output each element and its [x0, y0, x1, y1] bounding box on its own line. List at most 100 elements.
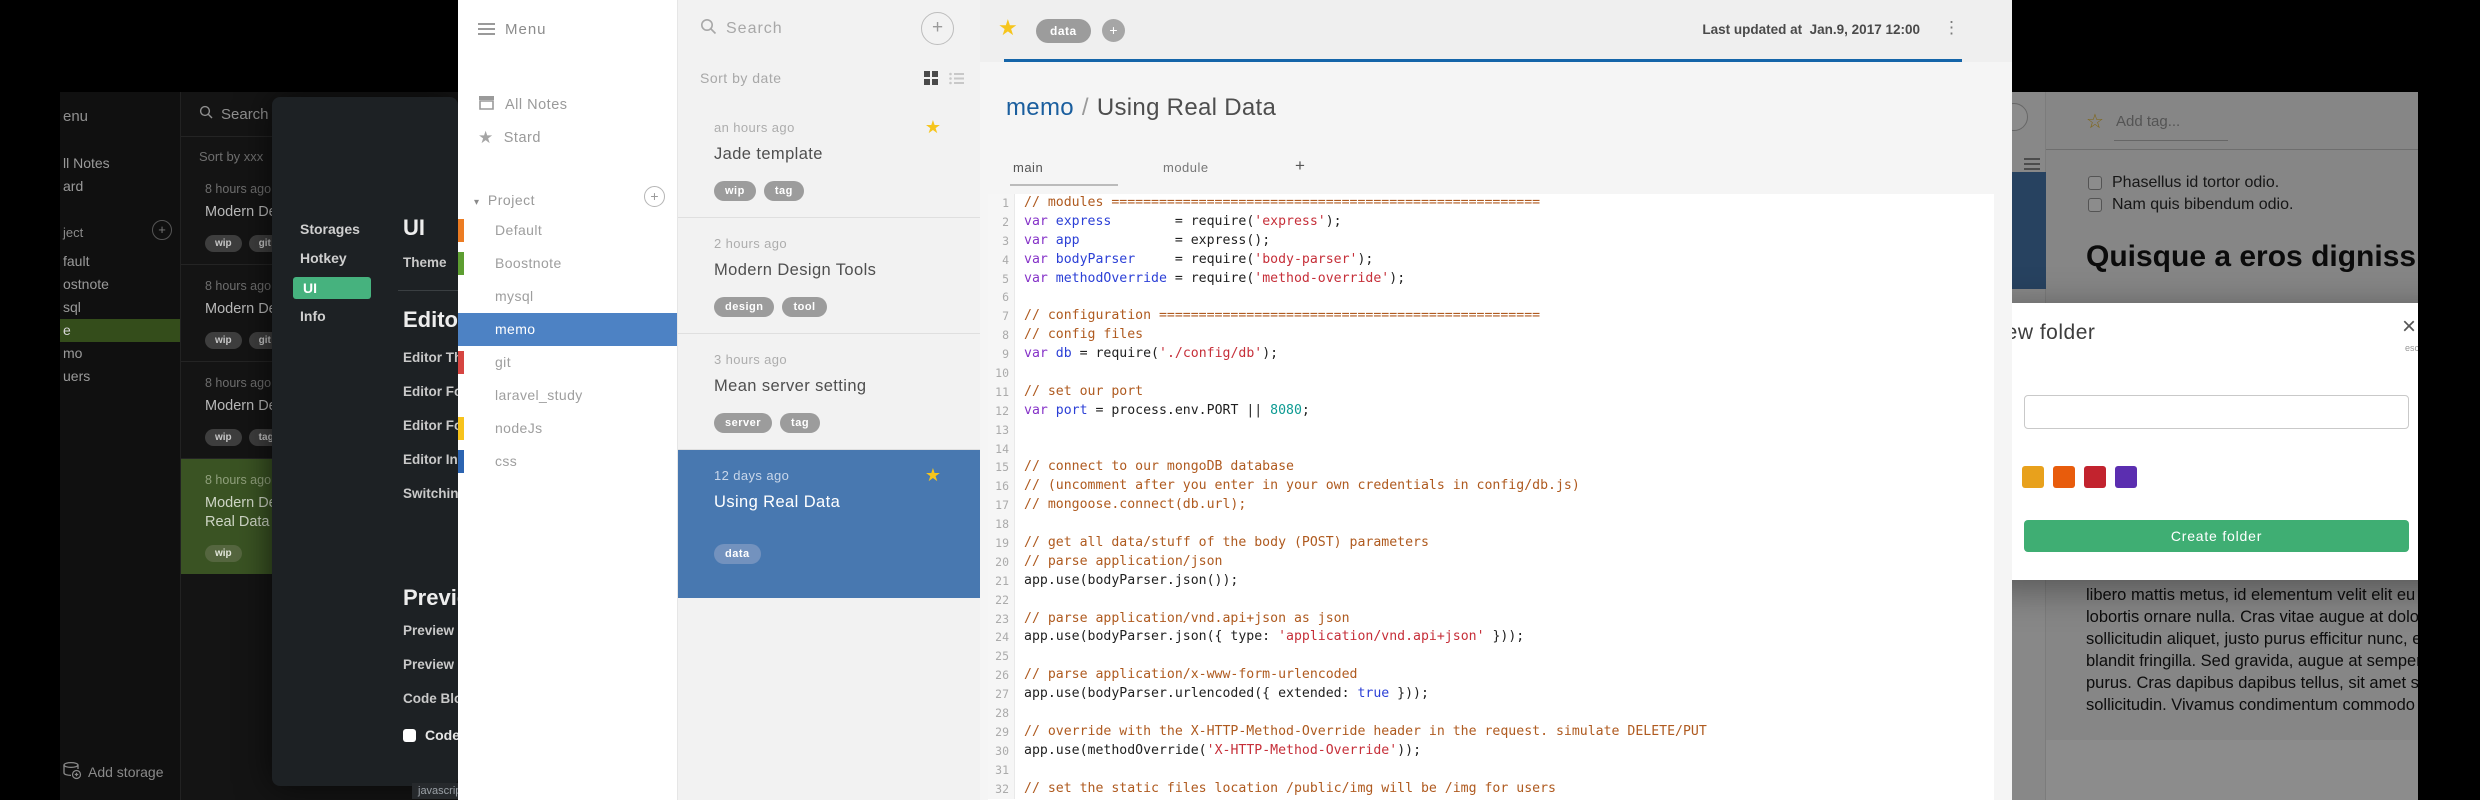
color-swatch[interactable] [2053, 466, 2075, 488]
color-swatch[interactable] [2115, 466, 2137, 488]
tab-main[interactable]: main [1013, 160, 1043, 175]
add-tag-button[interactable]: + [1102, 19, 1125, 42]
line-number: 3 [988, 231, 1015, 251]
settings-section-editor-title: Editor [403, 307, 458, 332]
code-line: 15// connect to our mongoDB database [988, 458, 1994, 478]
code-editor[interactable]: 1// modules ============================… [988, 194, 1994, 800]
star-toggle-icon[interactable]: ★ [998, 15, 1018, 41]
settings-code-block-checkbox[interactable]: Code Block [403, 727, 458, 743]
code-line: 7// configuration ======================… [988, 307, 1994, 327]
note-card[interactable]: 12 days ago ★ Using Real Data data [678, 450, 981, 598]
dark-sidebar-item[interactable]: ll Notes [63, 152, 110, 175]
settings-item[interactable]: Switching Preview [403, 486, 458, 501]
add-folder-button[interactable]: + [644, 186, 665, 207]
dark-folder-item[interactable]: sql [60, 296, 180, 319]
line-number: 21 [988, 571, 1015, 591]
folder-name-input[interactable] [2024, 395, 2409, 429]
sidebar-folder-css[interactable]: css [458, 445, 677, 478]
note-title: Modern Design Tools [714, 261, 877, 279]
note-cards: an hours ago ★ Jade template wip tag 2 hours … [678, 102, 981, 598]
color-swatch[interactable] [2022, 466, 2044, 488]
color-swatch[interactable] [2084, 466, 2106, 488]
add-snippet-tab-button[interactable]: + [1295, 156, 1305, 176]
settings-item[interactable]: Code Block Theme [403, 691, 458, 706]
sidebar-folder-Default[interactable]: Default [458, 214, 677, 247]
screen: enu ll Notes ard ject + fault ostnote sql e m… [0, 0, 2480, 800]
list-view-icon[interactable] [949, 72, 964, 90]
sort-selector[interactable]: Sort by date [700, 70, 782, 86]
menu-button[interactable]: Menu [478, 20, 547, 38]
line-number: 4 [988, 250, 1015, 270]
dark-folder-item[interactable]: uers [60, 365, 180, 388]
project-group-toggle[interactable]: ▾ Project [474, 192, 535, 208]
dark-menu-label[interactable]: enu [63, 108, 88, 125]
dark-add-folder-button[interactable]: + [152, 220, 172, 240]
folder-color-bar [458, 417, 464, 440]
grid-view-icon[interactable] [924, 71, 938, 90]
line-number: 18 [988, 515, 1015, 535]
folder-label: nodeJs [495, 420, 543, 436]
sidebar-folder-mysql[interactable]: mysql [458, 280, 677, 313]
note-tag: data [714, 544, 761, 564]
code-line: 13 [988, 420, 1994, 440]
code-line: 30 app.use(methodOverride('X-HTTP-Method-… [988, 741, 1994, 761]
settings-item[interactable]: Preview Font Size [403, 623, 458, 638]
code-line: 16// (uncomment after you enter in your … [988, 477, 1994, 497]
line-number: 13 [988, 420, 1015, 440]
background-app-window-right: ☆ Add tag... Phasellus id tortor odio. Na… [2012, 92, 2418, 800]
breadcrumb-folder[interactable]: memo [1006, 94, 1074, 121]
settings-preview-items: Preview Font Size Preview Font Family Code… [403, 623, 458, 725]
sidebar-folder-laravel_study[interactable]: laravel_study [458, 379, 677, 412]
dark-folder-item[interactable]: fault [60, 250, 180, 273]
note-card[interactable]: 3 hours ago Mean server setting server tag [678, 334, 981, 450]
new-note-button[interactable]: + [921, 12, 954, 45]
note-tag-badge[interactable]: data [1036, 19, 1091, 43]
star-icon[interactable]: ★ [925, 117, 941, 138]
close-icon[interactable]: × [2402, 313, 2416, 341]
settings-item[interactable]: Editor Font Family [403, 418, 458, 433]
folder-label: laravel_study [495, 387, 583, 403]
star-icon[interactable]: ★ [925, 465, 941, 486]
kebab-menu-icon[interactable]: ⋮ [1943, 18, 1960, 38]
settings-section-ui-title: UI [403, 215, 425, 240]
dark-add-storage-label: Add storage [88, 763, 164, 780]
sidebar-folder-memo[interactable]: memo [458, 313, 677, 346]
create-folder-button[interactable]: Create folder [2024, 520, 2409, 552]
settings-item[interactable]: Editor Theme [403, 350, 458, 365]
sidebar-folder-Boostnote[interactable]: Boostnote [458, 247, 677, 280]
line-number: 30 [988, 741, 1015, 761]
search-input[interactable]: Search [700, 18, 783, 40]
settings-section-preview-title: Preview [403, 585, 458, 610]
code-line: 8// config files [988, 326, 1994, 346]
settings-item[interactable]: Preview Font Family [403, 657, 458, 672]
sidebar-folder-git[interactable]: git [458, 346, 677, 379]
settings-item[interactable]: Editor Indent Size [403, 452, 458, 467]
line-number: 22 [988, 590, 1015, 610]
tab-module[interactable]: module [1163, 160, 1209, 175]
code-line: 20// parse application/json [988, 552, 1994, 572]
dark-note-tag: wip [205, 332, 242, 349]
code-line: 26// parse application/x-www-form-urlenc… [988, 666, 1994, 686]
dark-folder-item[interactable]: ostnote [60, 273, 180, 296]
menu-label: Menu [505, 20, 547, 38]
code-line: 17// mongoose.connect(db.url); [988, 496, 1994, 516]
sidebar-item-starred[interactable]: ★ Stard [478, 121, 568, 154]
dark-sidebar-item[interactable]: ard [63, 175, 110, 198]
project-label: Project [487, 192, 535, 208]
dark-folder-item[interactable]: e [60, 319, 180, 342]
settings-nav-ui[interactable]: UI [293, 277, 371, 299]
code-line: 28 [988, 704, 1994, 723]
line-number: 9 [988, 345, 1015, 365]
dark-add-storage-button[interactable]: Add storage [62, 760, 164, 783]
line-number: 16 [988, 477, 1015, 497]
settings-item[interactable]: Editor Font Size [403, 384, 458, 399]
folder-color-bar [458, 219, 464, 242]
note-card[interactable]: 2 hours ago Modern Design Tools design tool [678, 218, 981, 334]
settings-item-theme[interactable]: Theme [403, 255, 447, 270]
dark-folder-item[interactable]: mo [60, 342, 180, 365]
note-card[interactable]: an hours ago ★ Jade template wip tag [678, 102, 981, 218]
sidebar-item-all-notes[interactable]: All Notes [478, 88, 568, 121]
sidebar-folder-nodeJs[interactable]: nodeJs [458, 412, 677, 445]
note-title[interactable]: Using Real Data [1097, 94, 1276, 121]
folder-label: mysql [495, 288, 534, 304]
